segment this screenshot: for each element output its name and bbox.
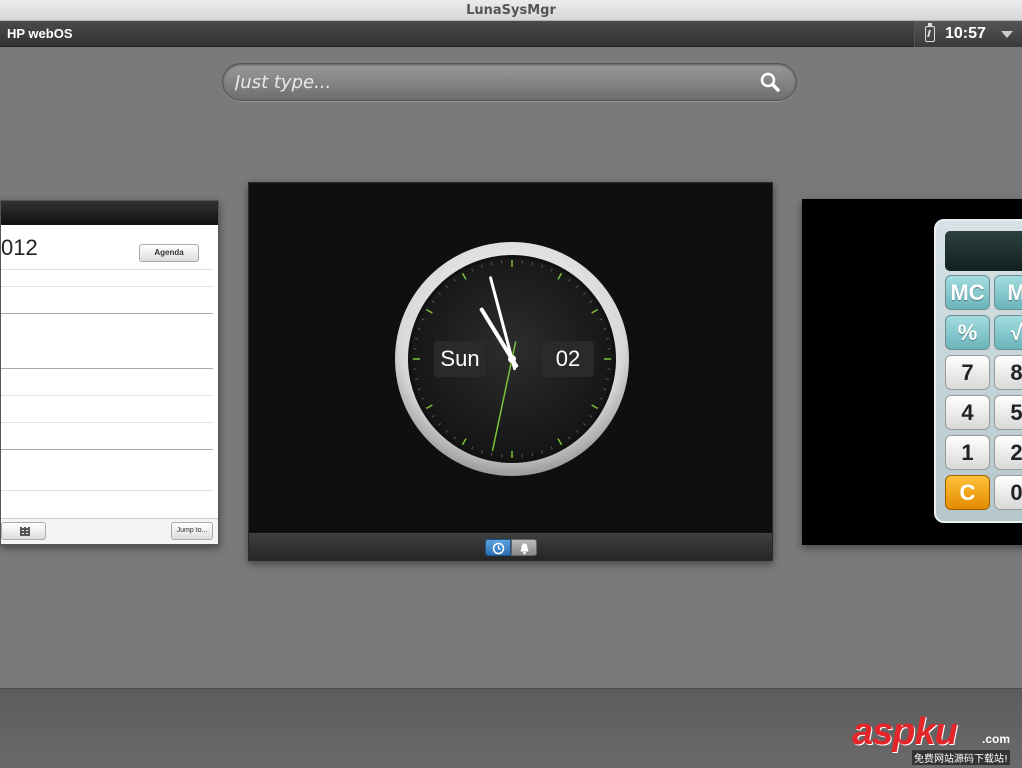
clock-tick (490, 452, 493, 456)
calculator-display (945, 231, 1022, 271)
watermark-tagline: 免费网站源码下载站! (912, 750, 1011, 765)
clock-tick (605, 378, 609, 381)
brand-label: HP webOS (7, 26, 73, 41)
day-label: Sun (440, 346, 479, 371)
clock-tick (415, 378, 419, 381)
calculator-key[interactable]: 7 (945, 355, 990, 390)
watermark-brand: aspku (852, 711, 958, 753)
chevron-down-icon[interactable] (1001, 31, 1013, 38)
clock-tick (415, 337, 419, 340)
calendar-app-card[interactable]: 012 Agenda Jump to... (0, 200, 219, 545)
calendar-header-bar (1, 201, 218, 225)
status-time: 10:57 (945, 25, 986, 42)
calculator-key[interactable]: 4 (945, 395, 990, 430)
month-view-button[interactable] (1, 522, 46, 540)
calculator-body: MC M% √ 7 8 4 5 1 2 C 0 (934, 219, 1022, 523)
calculator-key[interactable]: MC (945, 275, 990, 310)
agenda-button[interactable]: Agenda (139, 244, 199, 262)
just-type-search-bar[interactable] (222, 63, 797, 101)
watermark: aspku .com 免费网站源码下载站! (852, 710, 1022, 768)
search-input[interactable] (235, 64, 745, 100)
calculator-key[interactable]: C (945, 475, 990, 510)
window-title: LunaSysMgr (466, 3, 556, 18)
clock-icon (492, 542, 505, 555)
calculator-key[interactable]: 8 (994, 355, 1022, 390)
calendar-agenda-list (1, 269, 213, 491)
calculator-app-card[interactable]: MC M% √ 7 8 4 5 1 2 C 0 (802, 199, 1022, 545)
clock-tab-bar (249, 533, 772, 560)
window-title-bar: LunaSysMgr (0, 0, 1022, 21)
tab-clock[interactable] (485, 539, 511, 556)
bell-icon (520, 543, 529, 555)
battery-icon (925, 23, 935, 42)
calendar-footer: Jump to... (1, 518, 218, 544)
clock-tick (605, 337, 609, 340)
calculator-key[interactable]: √ (994, 315, 1022, 350)
date-label: 02 (556, 346, 580, 371)
calculator-key[interactable]: 1 (945, 435, 990, 470)
watermark-tld: .com (982, 732, 1011, 746)
calculator-key[interactable]: 2 (994, 435, 1022, 470)
status-bar: HP webOS 10:57 (0, 21, 1022, 47)
calculator-key[interactable]: M (994, 275, 1022, 310)
search-icon[interactable] (760, 72, 780, 92)
status-menu[interactable]: 10:57 (914, 21, 1022, 47)
clock-center-pin (508, 355, 516, 363)
calculator-key[interactable]: % (945, 315, 990, 350)
clock-tick (531, 262, 534, 266)
tab-alarm[interactable] (511, 539, 537, 556)
calendar-month-year: 012 (1, 235, 38, 260)
calculator-key[interactable]: 5 (994, 395, 1022, 430)
analog-clock: Sun 02 (395, 242, 629, 476)
jump-to-button[interactable]: Jump to... (171, 522, 213, 540)
clock-tick (490, 262, 493, 266)
clock-app-card[interactable]: Sun 02 (248, 182, 773, 561)
calculator-key[interactable]: 0 (994, 475, 1022, 510)
grid-icon (20, 527, 30, 536)
clock-tick (531, 452, 534, 456)
